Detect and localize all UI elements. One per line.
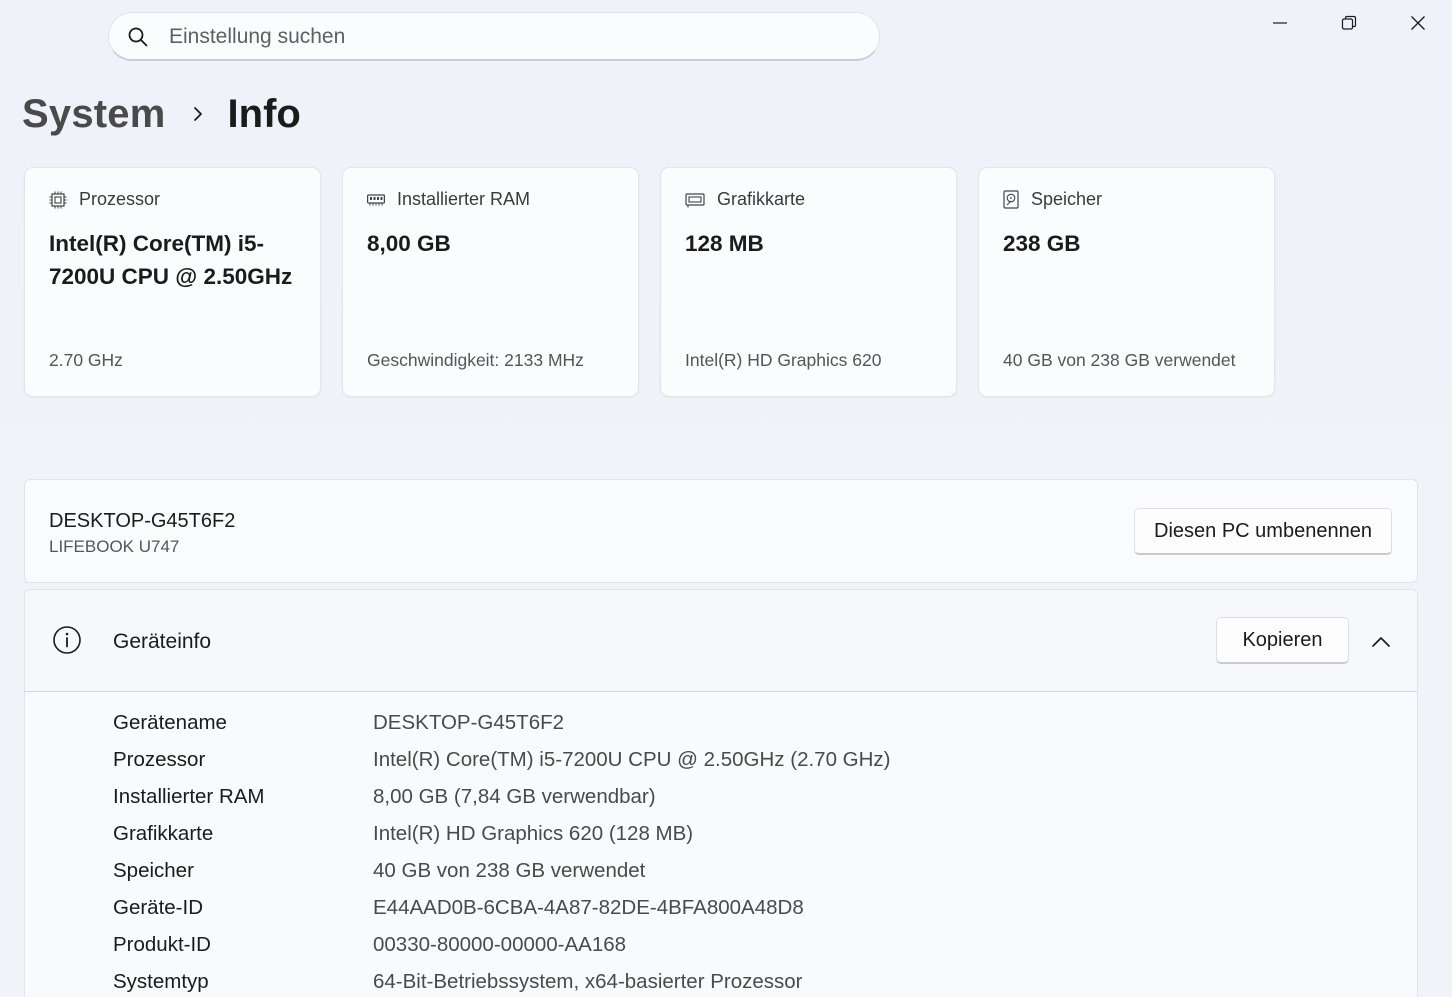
info-value: Intel(R) Core(TM) i5-7200U CPU @ 2.50GHz… <box>373 748 891 771</box>
search-input[interactable] <box>169 21 859 53</box>
card-subtext: 2.70 GHz <box>49 350 123 370</box>
device-info-header[interactable]: Geräteinfo Kopieren <box>25 590 1417 692</box>
device-name-section: DESKTOP-G45T6F2 LIFEBOOK U747 Diesen PC … <box>24 479 1418 583</box>
page-title: Info <box>227 91 301 136</box>
device-info-title: Geräteinfo <box>113 630 212 653</box>
ram-icon <box>367 193 385 205</box>
search-icon <box>127 26 149 48</box>
info-value: 00330-80000-00000-AA168 <box>373 933 627 956</box>
card-value: Intel(R) Core(TM) i5-7200U CPU @ 2.50GHz <box>49 231 293 289</box>
minimize-button[interactable] <box>1245 0 1314 46</box>
rename-pc-button[interactable]: Diesen PC umbenennen <box>1134 508 1392 555</box>
info-value: E44AAD0B-6CBA-4A87-82DE-4BFA800A48D8 <box>373 896 804 919</box>
info-row-system-type: Systemtyp 64-Bit-Betriebssystem, x64-bas… <box>113 967 803 997</box>
chevron-right-icon <box>192 105 204 123</box>
close-icon <box>1410 16 1425 30</box>
info-label: Geräte-ID <box>113 896 203 919</box>
breadcrumb: System Info <box>22 84 301 144</box>
card-subtext: 40 GB von 238 GB verwendet <box>1003 350 1236 370</box>
info-label: Produkt-ID <box>113 933 211 956</box>
info-row-ram: Installierter RAM 8,00 GB (7,84 GB verwe… <box>113 782 656 812</box>
info-label: Speicher <box>113 859 194 882</box>
processor-card: Prozessor Intel(R) Core(TM) i5-7200U CPU… <box>24 167 321 397</box>
breadcrumb-parent-system[interactable]: System <box>22 92 166 137</box>
copy-button[interactable]: Kopieren <box>1216 617 1349 664</box>
info-value: DESKTOP-G45T6F2 <box>373 711 565 734</box>
card-value: 128 MB <box>685 231 764 256</box>
info-label: Gerätename <box>113 711 227 734</box>
ram-card: Installierter RAM 8,00 GB Geschwindigkei… <box>342 167 639 397</box>
processor-icon <box>49 191 67 208</box>
info-value: 64-Bit-Betriebssystem, x64-basierter Pro… <box>373 970 803 993</box>
graphics-card: Grafikkarte 128 MB Intel(R) HD Graphics … <box>660 167 957 397</box>
info-label: Installierter RAM <box>113 785 265 808</box>
card-label: Installierter RAM <box>397 189 531 209</box>
info-icon <box>53 626 81 654</box>
card-value: 238 GB <box>1003 231 1081 256</box>
card-subtext: Intel(R) HD Graphics 620 <box>685 350 882 370</box>
device-info-expander: Geräteinfo Kopieren Gerätename DESKTOP-G… <box>24 589 1418 997</box>
info-value: Intel(R) HD Graphics 620 (128 MB) <box>373 822 694 845</box>
info-row-device-id: Geräte-ID E44AAD0B-6CBA-4A87-82DE-4BFA80… <box>113 893 804 923</box>
graphics-card-icon <box>685 192 705 207</box>
chevron-up-icon[interactable] <box>1369 630 1393 654</box>
info-row-processor: Prozessor Intel(R) Core(TM) i5-7200U CPU… <box>113 745 891 775</box>
card-label: Prozessor <box>79 189 161 209</box>
search-box[interactable] <box>108 12 880 61</box>
card-label: Speicher <box>1031 189 1103 209</box>
storage-icon <box>1003 190 1019 209</box>
device-info-body: Gerätename DESKTOP-G45T6F2 Prozessor Int… <box>25 693 1417 997</box>
card-subtext: Geschwindigkeit: 2133 MHz <box>367 350 584 370</box>
restore-button[interactable] <box>1314 0 1383 46</box>
card-value: 8,00 GB <box>367 231 451 256</box>
device-model: LIFEBOOK U747 <box>49 537 180 556</box>
info-label: Grafikkarte <box>113 822 214 845</box>
info-row-graphics: Grafikkarte Intel(R) HD Graphics 620 (12… <box>113 819 693 849</box>
close-button[interactable] <box>1383 0 1452 46</box>
info-value: 40 GB von 238 GB verwendet <box>373 859 646 882</box>
info-value: 8,00 GB (7,84 GB verwendbar) <box>373 785 656 808</box>
info-row-device-name: Gerätename DESKTOP-G45T6F2 <box>113 708 564 738</box>
info-row-storage: Speicher 40 GB von 238 GB verwendet <box>113 856 645 886</box>
minimize-icon <box>1272 22 1287 24</box>
storage-card: Speicher 238 GB 40 GB von 238 GB verwend… <box>978 167 1275 397</box>
settings-window: System Info Prozessor Intel(R) Core(TM) … <box>0 0 1452 997</box>
info-row-product-id: Produkt-ID 00330-80000-00000-AA168 <box>113 930 626 960</box>
card-label: Grafikkarte <box>717 189 806 209</box>
info-label: Systemtyp <box>113 970 209 993</box>
restore-icon <box>1341 15 1356 30</box>
device-name: DESKTOP-G45T6F2 <box>49 510 236 532</box>
info-label: Prozessor <box>113 748 206 771</box>
